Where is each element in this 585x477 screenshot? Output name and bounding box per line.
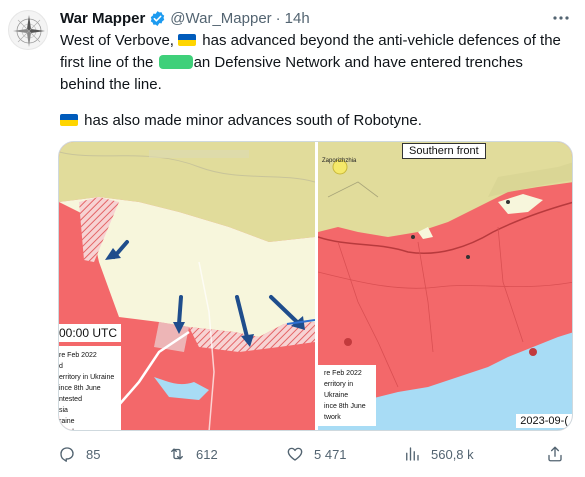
avatar[interactable] — [8, 10, 48, 50]
map-southern-front[interactable]: Southern front Zaporizhzhia re Feb 2022 … — [318, 142, 572, 430]
views-chart-icon — [406, 447, 419, 461]
tweet-text: West of Verbove, has advanced beyond the… — [60, 30, 570, 132]
legend-line: ince 8th June — [59, 385, 101, 392]
legend-line: re Feb 2022 — [59, 352, 97, 359]
author-handle[interactable]: @War_Mapper — [170, 10, 271, 27]
verified-badge-icon — [151, 10, 165, 26]
share-button[interactable] — [546, 443, 574, 465]
tweet-media[interactable]: 00:00 UTC re Feb 2022 d erritory in Ukra… — [58, 141, 573, 431]
reply-button[interactable]: 85 — [58, 443, 100, 465]
map-verbove[interactable]: 00:00 UTC re Feb 2022 d erritory in Ukra… — [59, 142, 315, 430]
author-name[interactable]: War Mapper — [60, 10, 145, 27]
tweet-header: War Mapper @War_Mapper · 14h — [60, 8, 565, 28]
map-date-label: 2023-09-( — [516, 414, 572, 428]
legend-line: erritory in Ukraine — [59, 374, 115, 381]
legend-line: twork — [59, 427, 115, 430]
legend-line: ntested — [59, 396, 82, 403]
repost-button[interactable]: 612 — [168, 443, 218, 465]
map-time-label: 00:00 UTC — [59, 324, 122, 342]
map-title: Southern front — [402, 143, 486, 159]
map-legend-right: re Feb 2022 erritory in Ukraine ince 8th… — [318, 365, 376, 426]
tweet-paragraph-2: has also made minor advances south of Ro… — [60, 110, 570, 132]
reply-icon — [60, 447, 74, 462]
ukraine-flag-icon — [60, 114, 78, 126]
heart-icon — [287, 447, 303, 461]
tweet-paragraph-1: West of Verbove, has advanced beyond the… — [60, 30, 570, 96]
like-button[interactable]: 5 471 — [286, 443, 347, 465]
compass-rose-icon — [13, 15, 45, 47]
share-icon — [548, 446, 562, 462]
legend-line: erritory in Ukraine — [324, 381, 354, 399]
repost-icon — [171, 448, 183, 460]
redacted-emoji-icon — [158, 55, 193, 69]
views-button[interactable]: 560,8 k — [403, 443, 474, 465]
ukraine-flag-icon — [178, 34, 197, 46]
city-label: Zaporizhzhia — [322, 158, 357, 164]
legend-line: d — [59, 363, 63, 370]
legend-line: raine — [59, 418, 75, 425]
text-segment-4: has also made minor advances south of Ro… — [84, 112, 422, 129]
more-dots-icon[interactable] — [551, 10, 571, 26]
legend-line: sia — [59, 407, 68, 414]
views-count: 560,8 k — [431, 446, 474, 462]
map-legend-left: re Feb 2022 d erritory in Ukraine ince 8… — [59, 346, 121, 430]
post-time[interactable]: 14h — [285, 10, 310, 27]
legend-line: ince 8th June — [324, 403, 366, 410]
action-bar: 85 612 5 471 560,8 k — [58, 443, 573, 465]
legend-line: re Feb 2022 — [324, 370, 362, 377]
legend-line: twork — [324, 414, 341, 421]
reply-count: 85 — [86, 446, 101, 462]
text-segment-1: West of Verbove, — [60, 32, 174, 49]
like-count: 5 471 — [314, 446, 347, 462]
separator-dot: · — [275, 9, 281, 27]
repost-count: 612 — [196, 446, 218, 462]
